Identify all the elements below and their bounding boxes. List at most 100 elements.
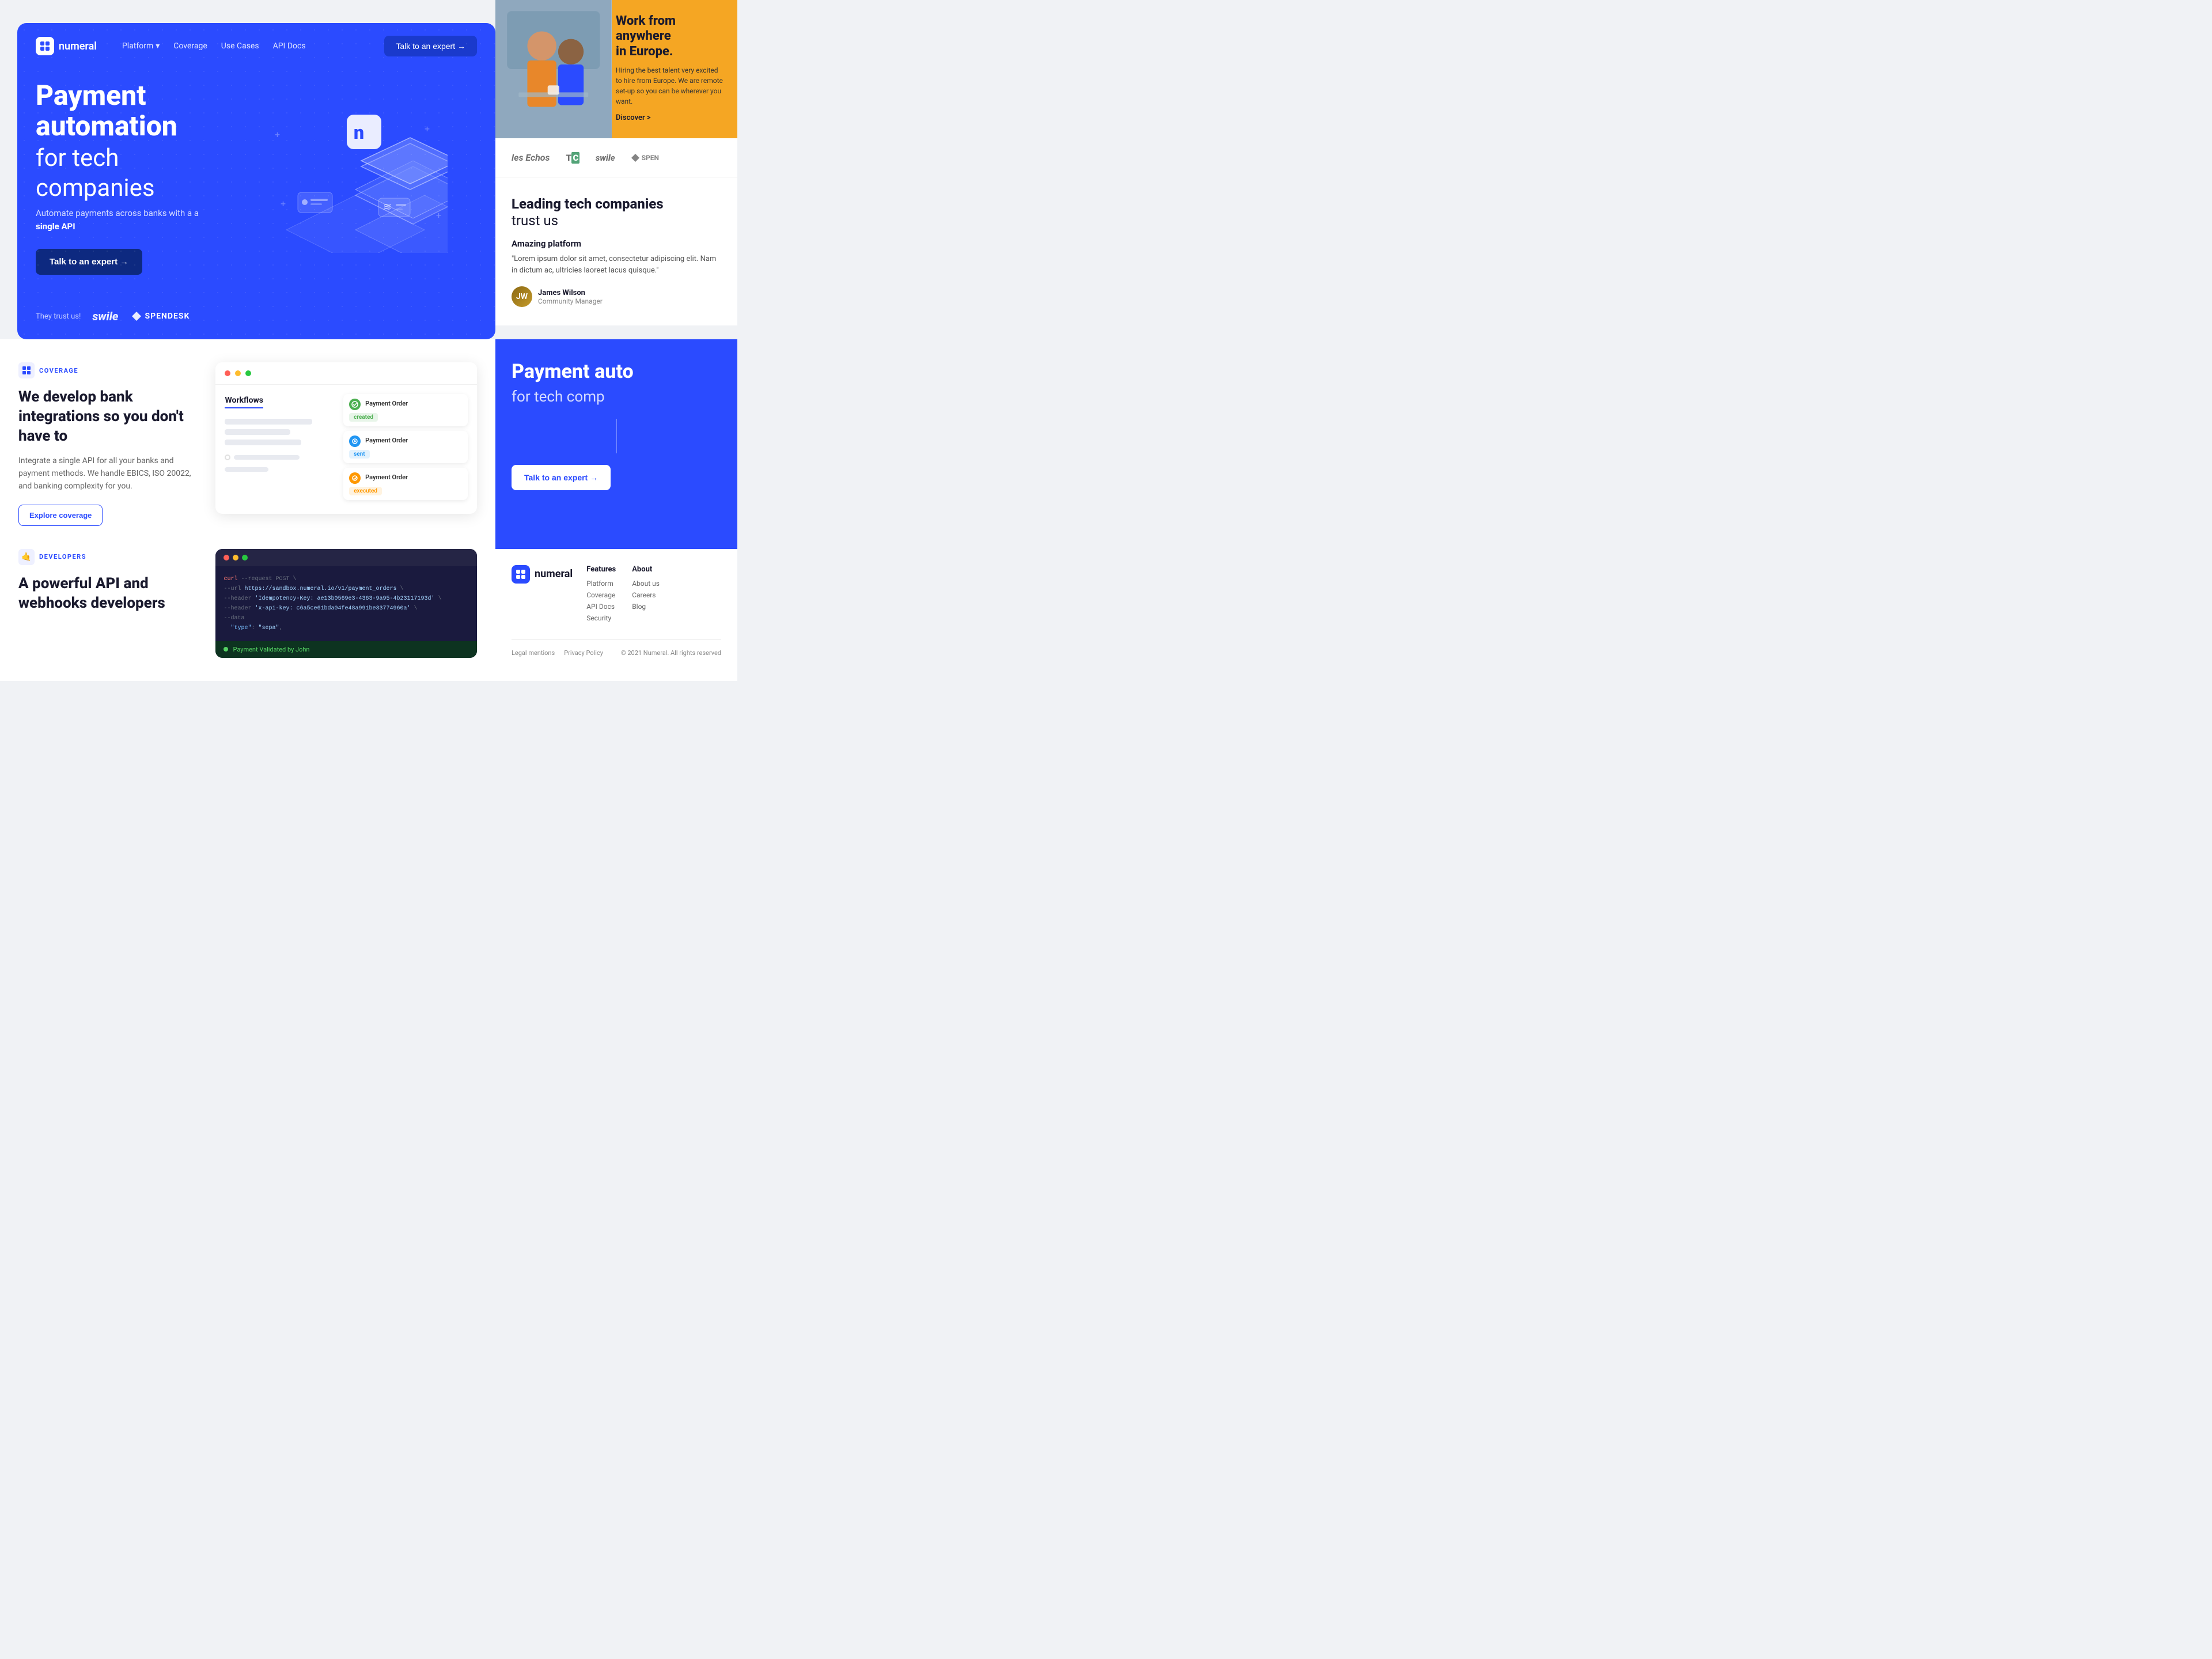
- validated-dot: [224, 647, 228, 652]
- footer-about-col: About About us Careers Blog: [632, 565, 660, 626]
- testimonial-heading: Leading tech companies trust us: [512, 196, 721, 229]
- logo-icon: [36, 37, 54, 55]
- techcrunch-logo: TC: [566, 153, 579, 163]
- nav-link-coverage[interactable]: Coverage: [173, 41, 207, 51]
- explore-coverage-button[interactable]: Explore coverage: [18, 505, 103, 526]
- testimonial-author: JW James Wilson Community Manager: [512, 286, 721, 307]
- footer-legal: Legal mentions Privacy Policy: [512, 649, 603, 657]
- code-dot-yellow: [233, 555, 238, 560]
- coverage-description: Integrate a single API for all your bank…: [18, 454, 192, 493]
- workflow-left-panel: Workflows: [225, 394, 334, 505]
- workflow-item-4: [225, 467, 268, 472]
- hero-text: Payment automation for tech companies Au…: [36, 81, 221, 275]
- dot-red: [225, 370, 230, 376]
- footer-link-platform[interactable]: Platform: [586, 579, 616, 588]
- code-card-header: [215, 549, 477, 566]
- order-icon-2: [349, 435, 361, 447]
- coverage-tag-icon: [18, 362, 35, 378]
- testimonial-title: Leading tech companies trust us: [512, 196, 721, 229]
- workflow-item-3: [225, 440, 301, 445]
- hero-content: Payment automation for tech companies Au…: [17, 69, 495, 298]
- developers-section: 🤙 DEVELOPERS A powerful API and webhooks…: [0, 549, 495, 681]
- developers-heading: A powerful API and webhooks developers: [18, 574, 192, 613]
- workflow-item-dot-1: [225, 454, 334, 460]
- swile-logo: swile: [92, 309, 118, 323]
- testimonial-card-title: Amazing platform: [512, 238, 721, 249]
- footer-logo-icon: [512, 565, 530, 584]
- cta-divider: [616, 419, 617, 453]
- workflow-right-panel: Payment Order created Payment Order sent: [343, 394, 468, 505]
- order-item-1: Payment Order created: [343, 394, 468, 426]
- workflow-card-body: Workflows: [215, 385, 477, 514]
- footer-link-security[interactable]: Security: [586, 614, 616, 622]
- workflow-card: Workflows: [215, 362, 477, 514]
- coverage-tag: COVERAGE: [18, 362, 192, 378]
- svg-text:+: +: [436, 210, 441, 221]
- hero-cta-button[interactable]: Talk to an expert →: [36, 249, 142, 275]
- nav-link-platform[interactable]: Platform ▾: [122, 41, 160, 51]
- cta-title: Payment autofor tech comp: [512, 360, 721, 407]
- cta-talk-expert-button[interactable]: Talk to an expert →: [512, 465, 611, 490]
- nav-link-apidocs[interactable]: API Docs: [273, 41, 306, 51]
- trust-logos: swile SPENDESK: [92, 309, 190, 323]
- footer-link-careers[interactable]: Careers: [632, 591, 660, 599]
- nav-link-usecases[interactable]: Use Cases: [221, 41, 259, 51]
- nav-bar: numeral Platform ▾ Coverage Use Cases AP…: [17, 23, 495, 69]
- footer-section: numeral Features Platform Coverage API D…: [495, 549, 737, 681]
- press-section: les Echos TC swile SPEN: [495, 138, 737, 177]
- code-validated: Payment Validated by John: [215, 641, 477, 658]
- footer-bottom: Legal mentions Privacy Policy © 2021 Num…: [512, 639, 721, 657]
- footer-link-blog[interactable]: Blog: [632, 603, 660, 611]
- trust-label: They trust us!: [36, 312, 81, 321]
- author-name: James Wilson: [538, 289, 603, 297]
- dot-green: [245, 370, 251, 376]
- work-card: Work fromanywherein Europe. Hiring the b…: [495, 0, 737, 138]
- workflow-item-2: [225, 429, 290, 435]
- workflow-title: Workflows: [225, 396, 263, 408]
- author-role: Community Manager: [538, 297, 603, 305]
- developers-tag: 🤙 DEVELOPERS: [18, 549, 192, 565]
- footer-features-title: Features: [586, 565, 616, 574]
- code-dot-red: [224, 555, 229, 560]
- work-card-image: [495, 0, 612, 138]
- order-icon-1: [349, 399, 361, 410]
- order-title-2: Payment Order: [365, 437, 408, 444]
- spendesk-logo: SPENDESK: [132, 312, 190, 321]
- footer-link-about-us[interactable]: About us: [632, 579, 660, 588]
- svg-text:n: n: [354, 122, 364, 143]
- hero-title: Payment automation for tech companies: [36, 81, 221, 202]
- dev-text: 🤙 DEVELOPERS A powerful API and webhooks…: [18, 549, 192, 622]
- coverage-tag-label: COVERAGE: [39, 367, 78, 374]
- work-card-title: Work fromanywherein Europe.: [616, 14, 726, 59]
- footer-top: numeral Features Platform Coverage API D…: [512, 565, 721, 626]
- discover-link[interactable]: Discover >: [616, 113, 726, 122]
- logo-text: numeral: [59, 40, 97, 52]
- order-badge-executed: executed: [349, 487, 382, 495]
- trust-bar: They trust us! swile SPENDESK: [17, 298, 495, 339]
- footer-logo-text: numeral: [535, 568, 573, 580]
- footer-link-coverage[interactable]: Coverage: [586, 591, 616, 599]
- logo-container: numeral: [36, 37, 97, 55]
- svg-text:≋: ≋: [383, 201, 392, 213]
- workflow-circle: [225, 454, 230, 460]
- coverage-section: COVERAGE We develop bank integrations so…: [18, 362, 192, 526]
- order-badge-created: created: [349, 413, 378, 422]
- nav-cta-button[interactable]: Talk to an expert →: [384, 36, 477, 56]
- hero-section: numeral Platform ▾ Coverage Use Cases AP…: [17, 23, 495, 339]
- les-echos-logo: les Echos: [512, 152, 550, 163]
- code-body: curl --request POST \ --url https://sand…: [215, 566, 477, 641]
- svg-text:+: +: [425, 123, 430, 134]
- footer-privacy-policy[interactable]: Privacy Policy: [564, 649, 603, 657]
- order-item-2: Payment Order sent: [343, 431, 468, 463]
- code-dot-green: [242, 555, 248, 560]
- work-card-description: Hiring the best talent very excited to h…: [616, 65, 726, 107]
- order-item-3: Payment Order executed: [343, 468, 468, 500]
- nav-links: Platform ▾ Coverage Use Cases API Docs: [122, 41, 368, 51]
- footer-columns: Features Platform Coverage API Docs Secu…: [586, 565, 721, 626]
- bottom-section: COVERAGE We develop bank integrations so…: [0, 339, 495, 549]
- footer-features-col: Features Platform Coverage API Docs Secu…: [586, 565, 616, 626]
- footer-legal-mentions[interactable]: Legal mentions: [512, 649, 555, 657]
- footer-link-apidocs[interactable]: API Docs: [586, 603, 616, 611]
- order-badge-sent: sent: [349, 450, 369, 459]
- author-info: James Wilson Community Manager: [538, 289, 603, 305]
